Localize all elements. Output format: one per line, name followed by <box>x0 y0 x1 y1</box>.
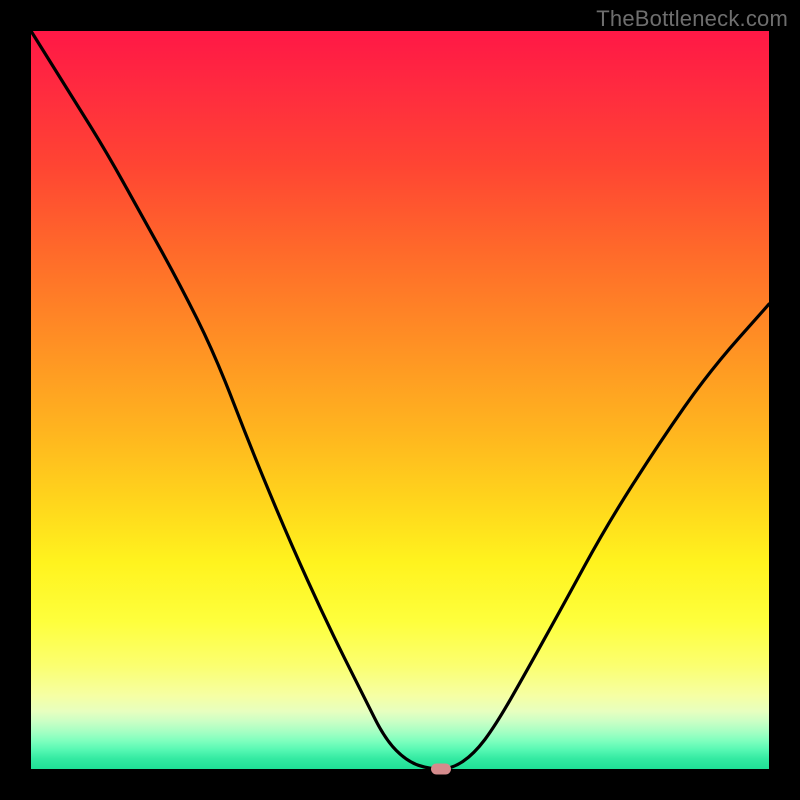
bottleneck-curve <box>31 31 769 769</box>
optimal-point-marker <box>431 764 451 775</box>
chart-plot-area <box>31 31 769 769</box>
watermark-text: TheBottleneck.com <box>596 6 788 32</box>
chart-frame: TheBottleneck.com <box>0 0 800 800</box>
